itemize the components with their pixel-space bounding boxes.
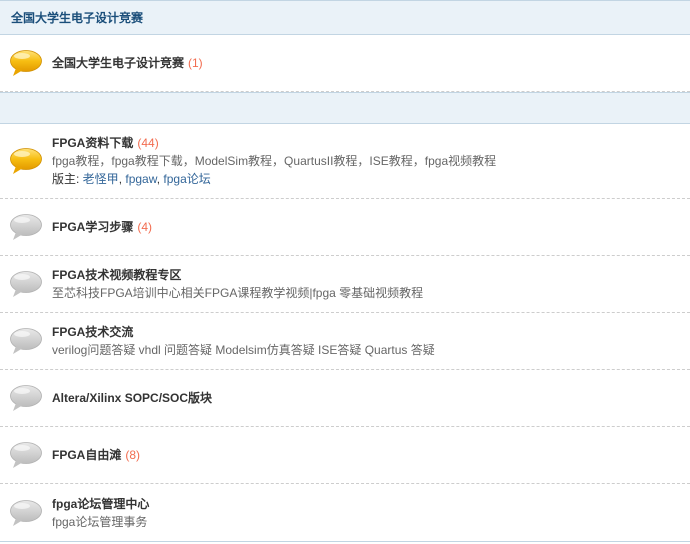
speech-bubble-old-icon xyxy=(9,213,43,241)
forum-name[interactable]: 全国大学生电子设计竞赛 xyxy=(52,56,184,70)
forum-name[interactable]: fpga论坛管理中心 xyxy=(52,497,149,511)
forum-topic-count: (44) xyxy=(137,136,159,150)
speech-bubble-old-icon xyxy=(9,327,43,355)
speech-bubble-old-icon xyxy=(9,441,43,469)
forum-row: fpga论坛管理中心 fpga论坛管理事务 xyxy=(0,484,690,541)
forum-row: FPGA自由滩 (8) xyxy=(0,427,690,484)
forum-moderators: 版主: 老怪甲, fpgaw, fpga论坛 xyxy=(52,172,211,186)
forum-row: Altera/Xilinx SOPC/SOC版块 xyxy=(0,370,690,427)
forum-name[interactable]: FPGA学习步骤 xyxy=(52,220,133,234)
forum-row: 全国大学生电子设计竞赛 (1) xyxy=(0,35,690,92)
forum-description: fpga论坛管理事务 xyxy=(52,514,148,529)
speech-bubble-old-icon xyxy=(9,499,43,527)
forum-topic-count: (4) xyxy=(137,220,153,234)
forum-name[interactable]: Altera/Xilinx SOPC/SOC版块 xyxy=(52,391,212,405)
moderator-link[interactable]: fpga论坛 xyxy=(163,172,210,186)
category-header-top: 全国大学生电子设计竞赛 xyxy=(0,0,690,35)
speech-bubble-new-icon xyxy=(9,49,43,77)
forum-name[interactable]: FPGA资料下载 xyxy=(52,136,133,150)
speech-bubble-old-icon xyxy=(9,270,43,298)
speech-bubble-old-icon xyxy=(9,384,43,412)
forum-row: FPGA学习步骤 (4) xyxy=(0,199,690,256)
moderator-label: 版主: xyxy=(52,172,83,186)
moderator-link[interactable]: 老怪甲 xyxy=(83,172,119,186)
forum-row: FPGA技术视频教程专区 至芯科技FPGA培训中心相关FPGA课程教学视频|fp… xyxy=(0,256,690,313)
forum-topic-count: (8) xyxy=(125,448,141,462)
forum-row: FPGA资料下载 (44) fpga教程，fpga教程下载，ModelSim教程，… xyxy=(0,124,690,199)
category-title[interactable]: 全国大学生电子设计竞赛 xyxy=(11,9,143,26)
moderator-link[interactable]: fpgaw xyxy=(125,172,156,186)
forum-description: fpga教程，fpga教程下载，ModelSim教程，QuartusII教程，I… xyxy=(52,154,497,168)
forum-topic-count: (1) xyxy=(188,56,203,70)
category-header-bar xyxy=(0,92,690,124)
forum-row: FPGA技术交流 verilog问题答疑 vhdl 问题答疑 Modelsim仿… xyxy=(0,313,690,370)
forum-description: verilog问题答疑 vhdl 问题答疑 Modelsim仿真答疑 ISE答疑… xyxy=(52,343,435,357)
forum-name[interactable]: FPGA自由滩 xyxy=(52,448,121,462)
forum-description: 至芯科技FPGA培训中心相关FPGA课程教学视频|fpga 零基础视频教程 xyxy=(52,286,424,300)
forum-name[interactable]: FPGA技术视频教程专区 xyxy=(52,268,181,282)
speech-bubble-new-icon xyxy=(9,147,43,175)
forum-name[interactable]: FPGA技术交流 xyxy=(52,325,133,339)
